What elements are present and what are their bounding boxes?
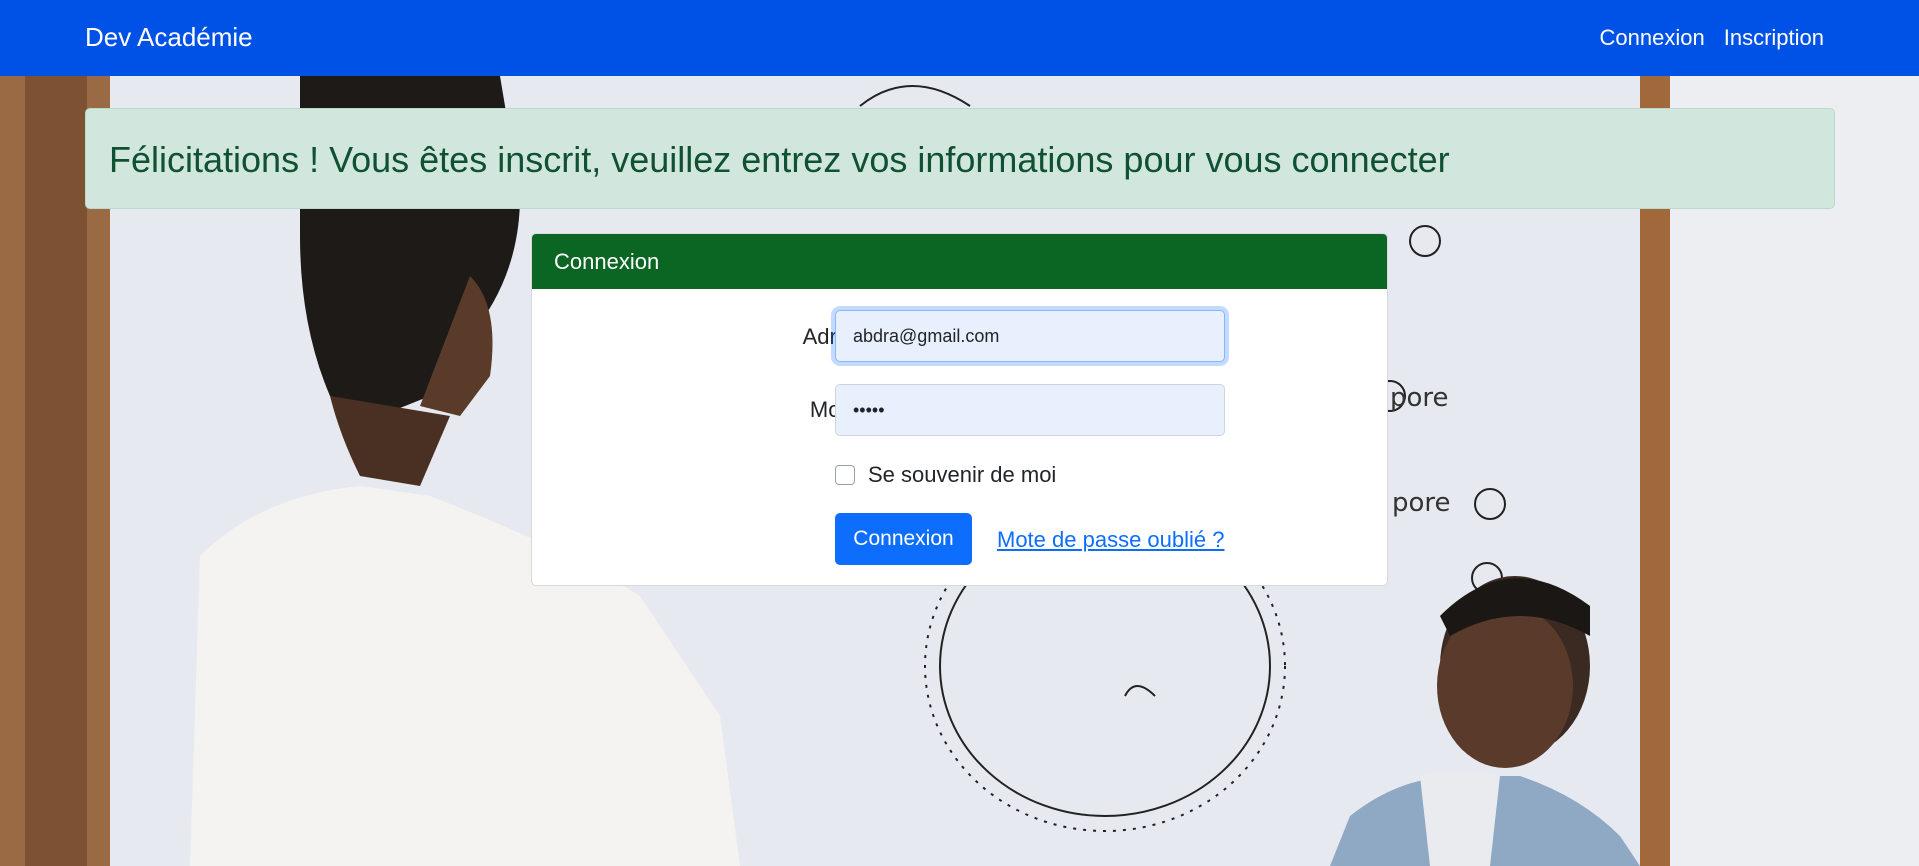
email-field[interactable] xyxy=(835,310,1225,362)
svg-text:pore: pore xyxy=(1390,383,1449,413)
password-field[interactable] xyxy=(835,384,1225,436)
remember-me-label[interactable]: Se souvenir de moi xyxy=(868,462,1056,488)
checkbox-box[interactable] xyxy=(835,465,855,485)
login-card-title: Connexion xyxy=(532,234,1387,289)
login-card: Connexion Adresse email Mot de passe Se … xyxy=(531,233,1388,586)
svg-text:pore: pore xyxy=(1392,488,1451,518)
login-button[interactable]: Connexion xyxy=(835,513,972,565)
nav-link-inscription[interactable]: Inscription xyxy=(1724,25,1824,51)
nav-link-connexion[interactable]: Connexion xyxy=(1600,25,1705,51)
top-navbar: Dev Académie Connexion Inscription xyxy=(0,0,1919,76)
remember-me-checkbox[interactable]: Se souvenir de moi xyxy=(835,462,1056,488)
forgot-password-link[interactable]: Mote de passe oublié ? xyxy=(997,527,1225,553)
success-alert: Félicitations ! Vous êtes inscrit, veuil… xyxy=(85,108,1835,209)
brand-logo[interactable]: Dev Académie xyxy=(85,22,253,53)
nav-links: Connexion Inscription xyxy=(1600,25,1824,51)
